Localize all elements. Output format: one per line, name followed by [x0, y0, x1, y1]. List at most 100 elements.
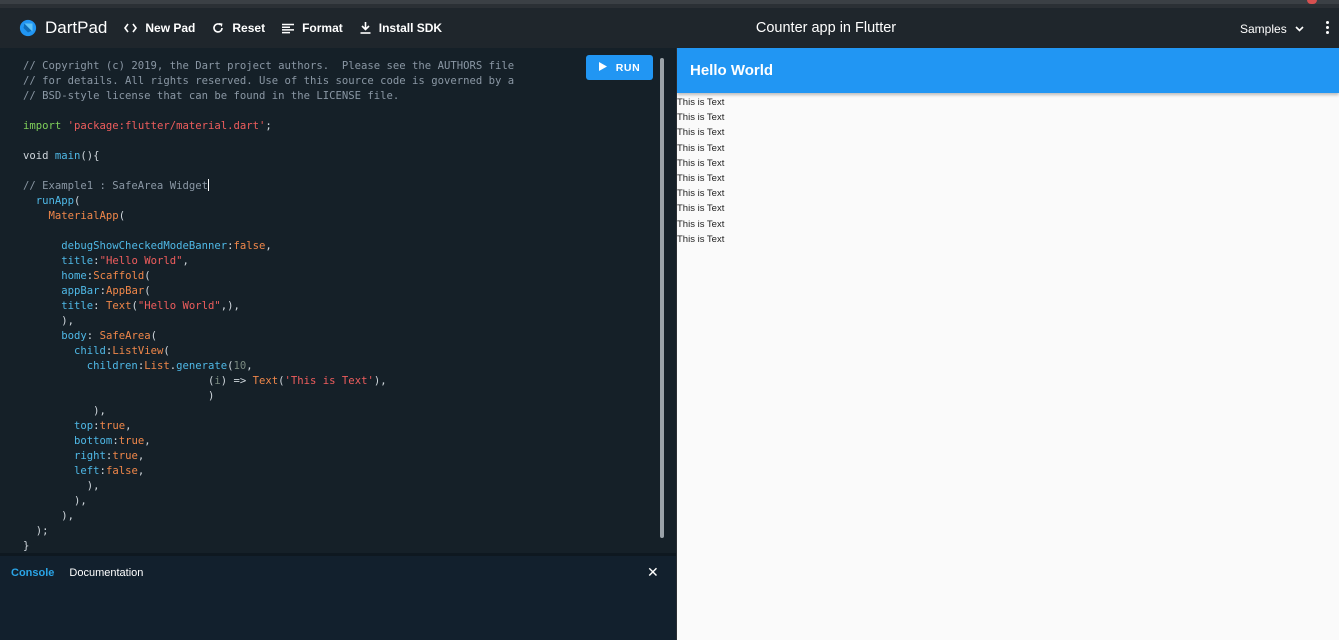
- code-line[interactable]: child:ListView(: [23, 344, 514, 359]
- format-button[interactable]: Format: [282, 21, 343, 35]
- code-token: child: [74, 345, 106, 357]
- code-token: // Copyright (c) 2019, the Dart project …: [23, 60, 515, 72]
- code-line[interactable]: ),: [23, 509, 514, 524]
- more-options-icon[interactable]: [1326, 21, 1330, 37]
- chevron-down-icon: [1295, 24, 1304, 35]
- code-token: // BSD-style license that can be found i…: [23, 90, 400, 102]
- code-token: // Example1 : SafeArea Widget: [23, 180, 208, 192]
- code-line[interactable]: title: Text("Hello World",),: [23, 299, 514, 314]
- output-panel: Hello World This is Text This is Text This…: [677, 48, 1339, 640]
- editor-scrollbar[interactable]: [660, 58, 664, 538]
- code-content[interactable]: // Copyright (c) 2019, the Dart project …: [23, 59, 514, 553]
- code-line[interactable]: body: SafeArea(: [23, 329, 514, 344]
- tab-console[interactable]: Console: [11, 567, 54, 579]
- code-line[interactable]: right:true,: [23, 449, 514, 464]
- reset-button[interactable]: Reset: [212, 21, 265, 35]
- code-token: ;: [265, 120, 272, 132]
- code-token: Text: [252, 375, 279, 387]
- code-token: "Hello World": [137, 300, 221, 312]
- code-line[interactable]: [23, 104, 514, 119]
- code-line[interactable]: // BSD-style license that can be found i…: [23, 89, 514, 104]
- brand[interactable]: DartPad: [19, 18, 107, 38]
- code-line[interactable]: [23, 164, 514, 179]
- code-token: ),: [23, 495, 87, 507]
- code-token: bottom: [74, 435, 113, 447]
- code-line[interactable]: ),: [23, 494, 514, 509]
- console-panel: Console Documentation ✕: [0, 553, 676, 640]
- code-editor[interactable]: // Copyright (c) 2019, the Dart project …: [0, 48, 676, 553]
- code-line[interactable]: children:List.generate(10,: [23, 359, 514, 374]
- code-token: (){: [80, 150, 100, 162]
- app-header: DartPad New Pad Reset Format Install SDK…: [0, 8, 1339, 48]
- code-token: generate: [176, 360, 228, 372]
- code-line[interactable]: // for details. All rights reserved. Use…: [23, 74, 514, 89]
- new-pad-button[interactable]: New Pad: [124, 21, 195, 35]
- code-line[interactable]: );: [23, 524, 514, 539]
- code-token: left: [74, 465, 100, 477]
- code-line[interactable]: runApp(: [23, 194, 514, 209]
- browser-tab-strip: [0, 0, 1339, 4]
- code-line[interactable]: [23, 134, 514, 149]
- code-line[interactable]: // Example1 : SafeArea Widget: [23, 179, 514, 194]
- list-item: This is Text: [677, 203, 725, 215]
- code-token: );: [23, 525, 49, 537]
- list-item: This is Text: [677, 172, 725, 184]
- code-token: }: [23, 540, 30, 552]
- code-token: ) =>: [220, 375, 253, 387]
- code-token: false: [105, 465, 138, 477]
- tab-documentation[interactable]: Documentation: [69, 567, 143, 579]
- code-token: :: [86, 330, 100, 342]
- code-line[interactable]: bottom:true,: [23, 434, 514, 449]
- code-line[interactable]: left:false,: [23, 464, 514, 479]
- code-line[interactable]: title:"Hello World",: [23, 254, 514, 269]
- code-token: MaterialApp: [48, 210, 119, 222]
- code-token: right: [74, 450, 106, 462]
- code-token: ,: [265, 240, 272, 252]
- code-line[interactable]: // Copyright (c) 2019, the Dart project …: [23, 59, 514, 74]
- run-button[interactable]: RUN: [586, 55, 653, 80]
- code-token: (: [74, 195, 81, 207]
- code-line[interactable]: appBar:AppBar(: [23, 284, 514, 299]
- code-line[interactable]: debugShowCheckedModeBanner:false,: [23, 239, 514, 254]
- code-line[interactable]: ),: [23, 404, 514, 419]
- code-token: Scaffold: [93, 270, 145, 282]
- code-token: (: [150, 330, 157, 342]
- list-item: This is Text: [677, 97, 725, 108]
- code-line[interactable]: }: [23, 539, 514, 553]
- code-token: true: [99, 420, 126, 432]
- new-pad-label: New Pad: [145, 21, 196, 35]
- refresh-icon: [212, 22, 224, 34]
- code-token: debugShowCheckedModeBanner: [61, 240, 228, 252]
- code-line[interactable]: ): [23, 389, 514, 404]
- code-line[interactable]: home:Scaffold(: [23, 269, 514, 284]
- app-bar-title: Hello World: [690, 62, 774, 79]
- code-line[interactable]: void main(){: [23, 149, 514, 164]
- install-sdk-button[interactable]: Install SDK: [360, 21, 442, 35]
- code-line[interactable]: import 'package:flutter/material.dart';: [23, 119, 514, 134]
- code-line[interactable]: (i) => Text('This is Text'),: [23, 374, 514, 389]
- code-token: title: [61, 255, 94, 267]
- close-icon[interactable]: ✕: [647, 564, 659, 581]
- code-line[interactable]: MaterialApp(: [23, 209, 514, 224]
- code-token: 'package:flutter/material.dart': [67, 120, 266, 132]
- code-line[interactable]: [23, 224, 514, 239]
- code-token: ,: [246, 360, 253, 372]
- code-line[interactable]: top:true,: [23, 419, 514, 434]
- code-token: title: [61, 300, 94, 312]
- console-tabs: Console Documentation: [11, 567, 143, 579]
- run-label: RUN: [615, 61, 641, 74]
- samples-dropdown[interactable]: Samples: [1240, 22, 1304, 36]
- code-line[interactable]: ),: [23, 479, 514, 494]
- code-token: (: [23, 375, 215, 387]
- dart-logo-icon: [19, 19, 37, 37]
- code-line[interactable]: ),: [23, 314, 514, 329]
- flutter-app-bar: Hello World: [677, 48, 1339, 93]
